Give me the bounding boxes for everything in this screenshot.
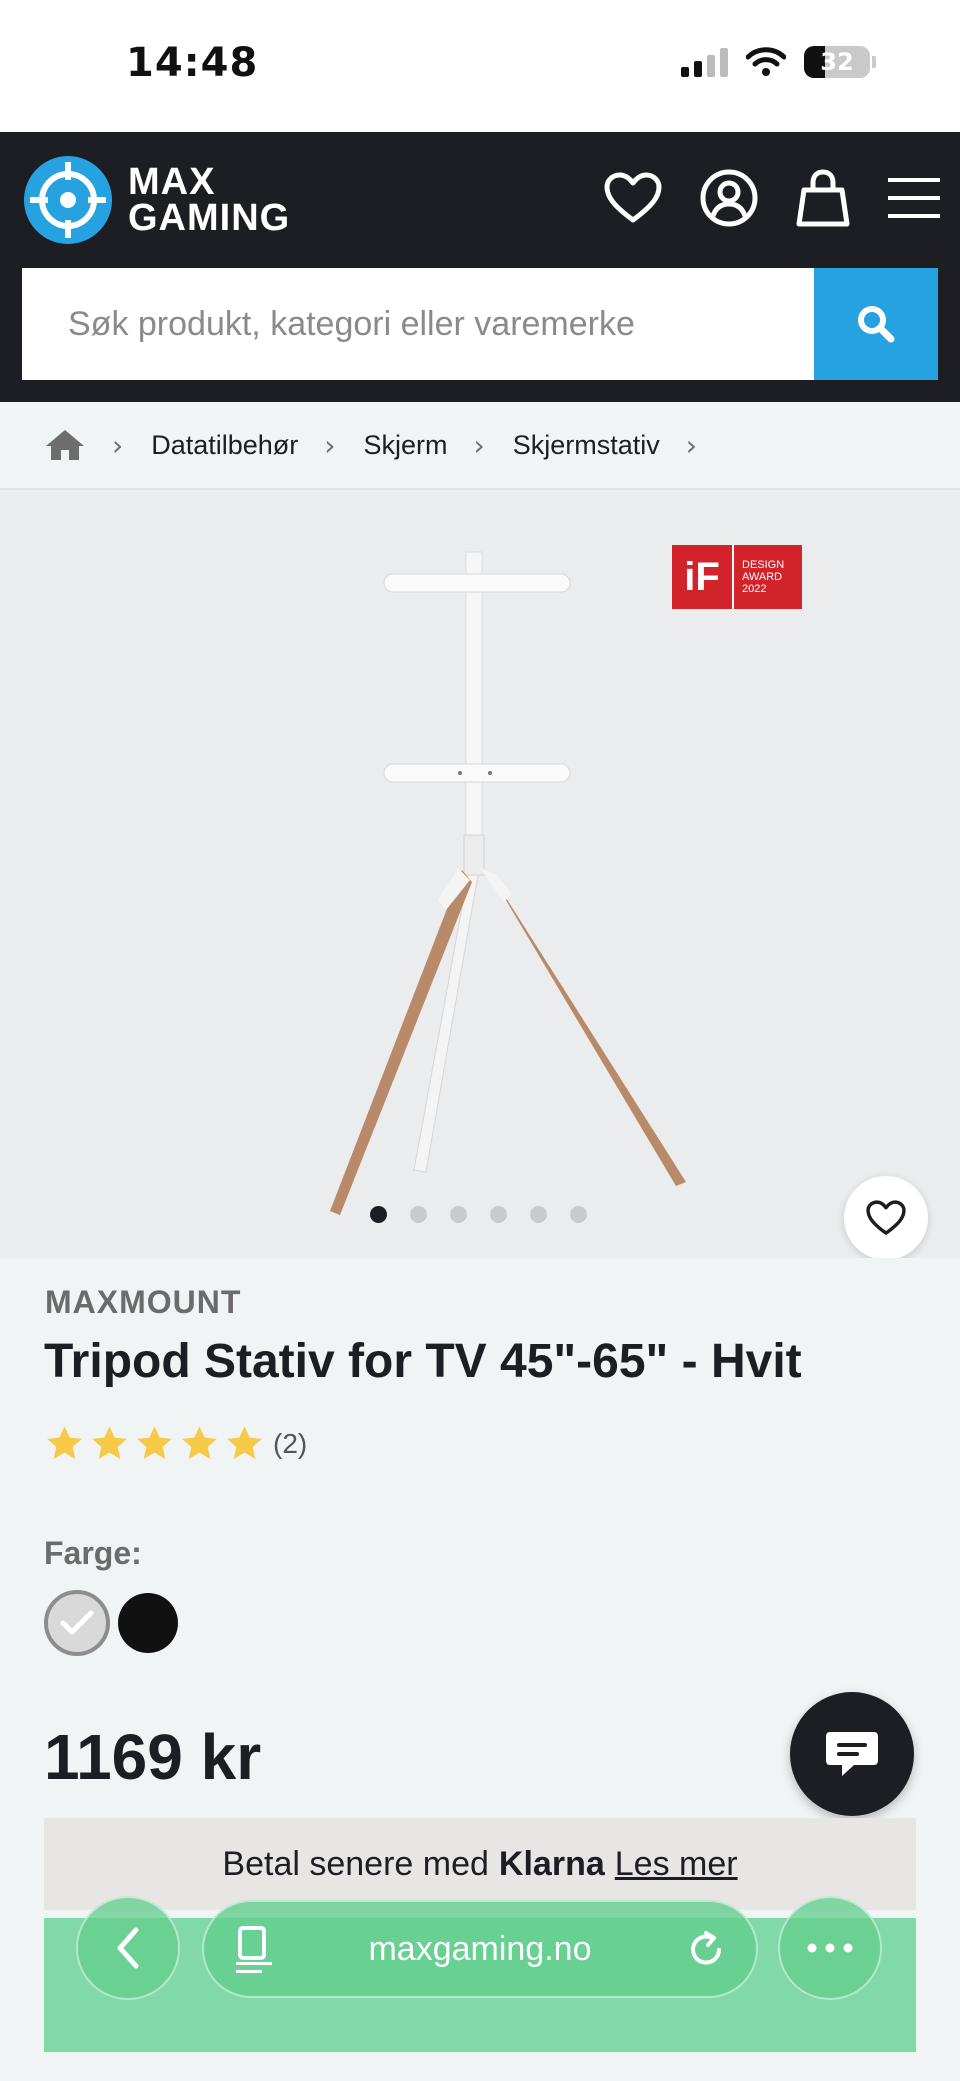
cart-bag-icon[interactable] [796, 168, 850, 228]
chat-button[interactable] [790, 1692, 914, 1816]
badge-line: AWARD [742, 571, 783, 583]
menu-hamburger-icon[interactable] [888, 176, 940, 220]
search-bar: Søk produkt, kategori eller varemerke [22, 268, 938, 380]
chevron-left-icon [117, 1927, 139, 1969]
breadcrumb: › Datatilbehør › Skjerm › Skjermstativ › [0, 402, 960, 490]
if-design-award-badge: iF DESIGN AWARD 2022 [672, 545, 802, 609]
star-icon [47, 1426, 82, 1459]
search-button[interactable] [814, 268, 938, 380]
home-icon[interactable] [44, 428, 86, 462]
color-label: Farge: [44, 1535, 142, 1571]
carousel-dot[interactable] [410, 1206, 427, 1223]
color-swatch-white[interactable] [44, 1590, 110, 1656]
badge-line: DESIGN [742, 559, 785, 571]
star-icon [182, 1426, 217, 1459]
logo-text: MAX GAMING [128, 161, 291, 239]
color-swatch-black[interactable] [118, 1593, 178, 1653]
site-header: MAX GAMING Søk produkt, kategori eller v… [0, 132, 960, 402]
chevron-right-icon: › [473, 428, 485, 462]
badge-award-text: DESIGN AWARD 2022 [734, 559, 784, 595]
status-bar: 14:48 32 [0, 0, 960, 132]
breadcrumb-item[interactable]: Skjermstativ [513, 430, 660, 461]
color-swatches [44, 1590, 178, 1656]
badge-if-text: iF [672, 545, 734, 609]
checkmark-icon [60, 1610, 94, 1635]
cellular-signal-icon [681, 47, 728, 77]
chevron-right-icon: › [685, 428, 697, 462]
rating-count: (2) [273, 1428, 308, 1459]
browser-back-button[interactable] [76, 1896, 180, 2000]
battery-icon: 32 [804, 46, 870, 78]
tripod-stand-image [330, 551, 686, 1215]
wifi-icon [746, 47, 786, 76]
product-brand[interactable]: MAXMOUNT [45, 1284, 241, 1321]
battery-tip [872, 56, 876, 68]
klarna-prefix: Betal senere med [222, 1844, 489, 1883]
browser-url: maxgaming.no [368, 1929, 592, 1968]
star-icon [137, 1426, 172, 1459]
logo-crosshair-icon [24, 156, 112, 244]
rating-stars [44, 1424, 265, 1464]
chevron-right-icon: › [112, 428, 124, 462]
product-image-carousel[interactable]: iF DESIGN AWARD 2022 [0, 490, 960, 1258]
klarna-brand: Klarna [498, 1844, 605, 1883]
reload-icon[interactable] [686, 1930, 726, 1970]
breadcrumb-item[interactable]: Skjerm [363, 430, 447, 461]
product-title: Tripod Stativ for TV 45"-65" - Hvit [44, 1335, 802, 1388]
product-price: 1169 kr [44, 1721, 262, 1793]
logo-line1: MAX [128, 161, 216, 203]
chevron-right-icon: › [324, 428, 336, 462]
logo-line2: GAMING [128, 197, 291, 239]
carousel-dot[interactable] [490, 1206, 507, 1223]
search-input[interactable]: Søk produkt, kategori eller varemerke [22, 268, 814, 380]
carousel-dot[interactable] [370, 1206, 387, 1223]
logo[interactable]: MAX GAMING [24, 156, 290, 244]
status-icons: 32 [681, 46, 876, 78]
account-user-icon[interactable] [700, 169, 758, 227]
browser-address-bar[interactable]: maxgaming.no [202, 1900, 758, 1998]
carousel-dot[interactable] [450, 1206, 467, 1223]
browser-toolbar: maxgaming.no [0, 1896, 960, 2006]
chat-bubble-icon [826, 1732, 878, 1776]
browser-more-button[interactable] [778, 1896, 882, 2000]
add-to-wishlist-button[interactable] [844, 1176, 928, 1258]
more-dots-icon [807, 1943, 853, 1953]
status-time: 14:48 [126, 40, 259, 86]
wishlist-heart-icon[interactable] [604, 172, 662, 224]
header-icons [604, 168, 940, 228]
klarna-read-more-link[interactable]: Les mer [615, 1845, 738, 1884]
heart-icon [866, 1200, 906, 1235]
carousel-dot[interactable] [570, 1206, 587, 1223]
star-icon [227, 1426, 262, 1459]
carousel-dots [370, 1206, 587, 1223]
product-rating[interactable]: (2) [44, 1424, 307, 1464]
search-icon [858, 306, 895, 343]
carousel-dot[interactable] [530, 1206, 547, 1223]
breadcrumb-item[interactable]: Datatilbehør [151, 430, 298, 461]
star-icon [92, 1426, 127, 1459]
badge-line: 2022 [742, 583, 767, 595]
